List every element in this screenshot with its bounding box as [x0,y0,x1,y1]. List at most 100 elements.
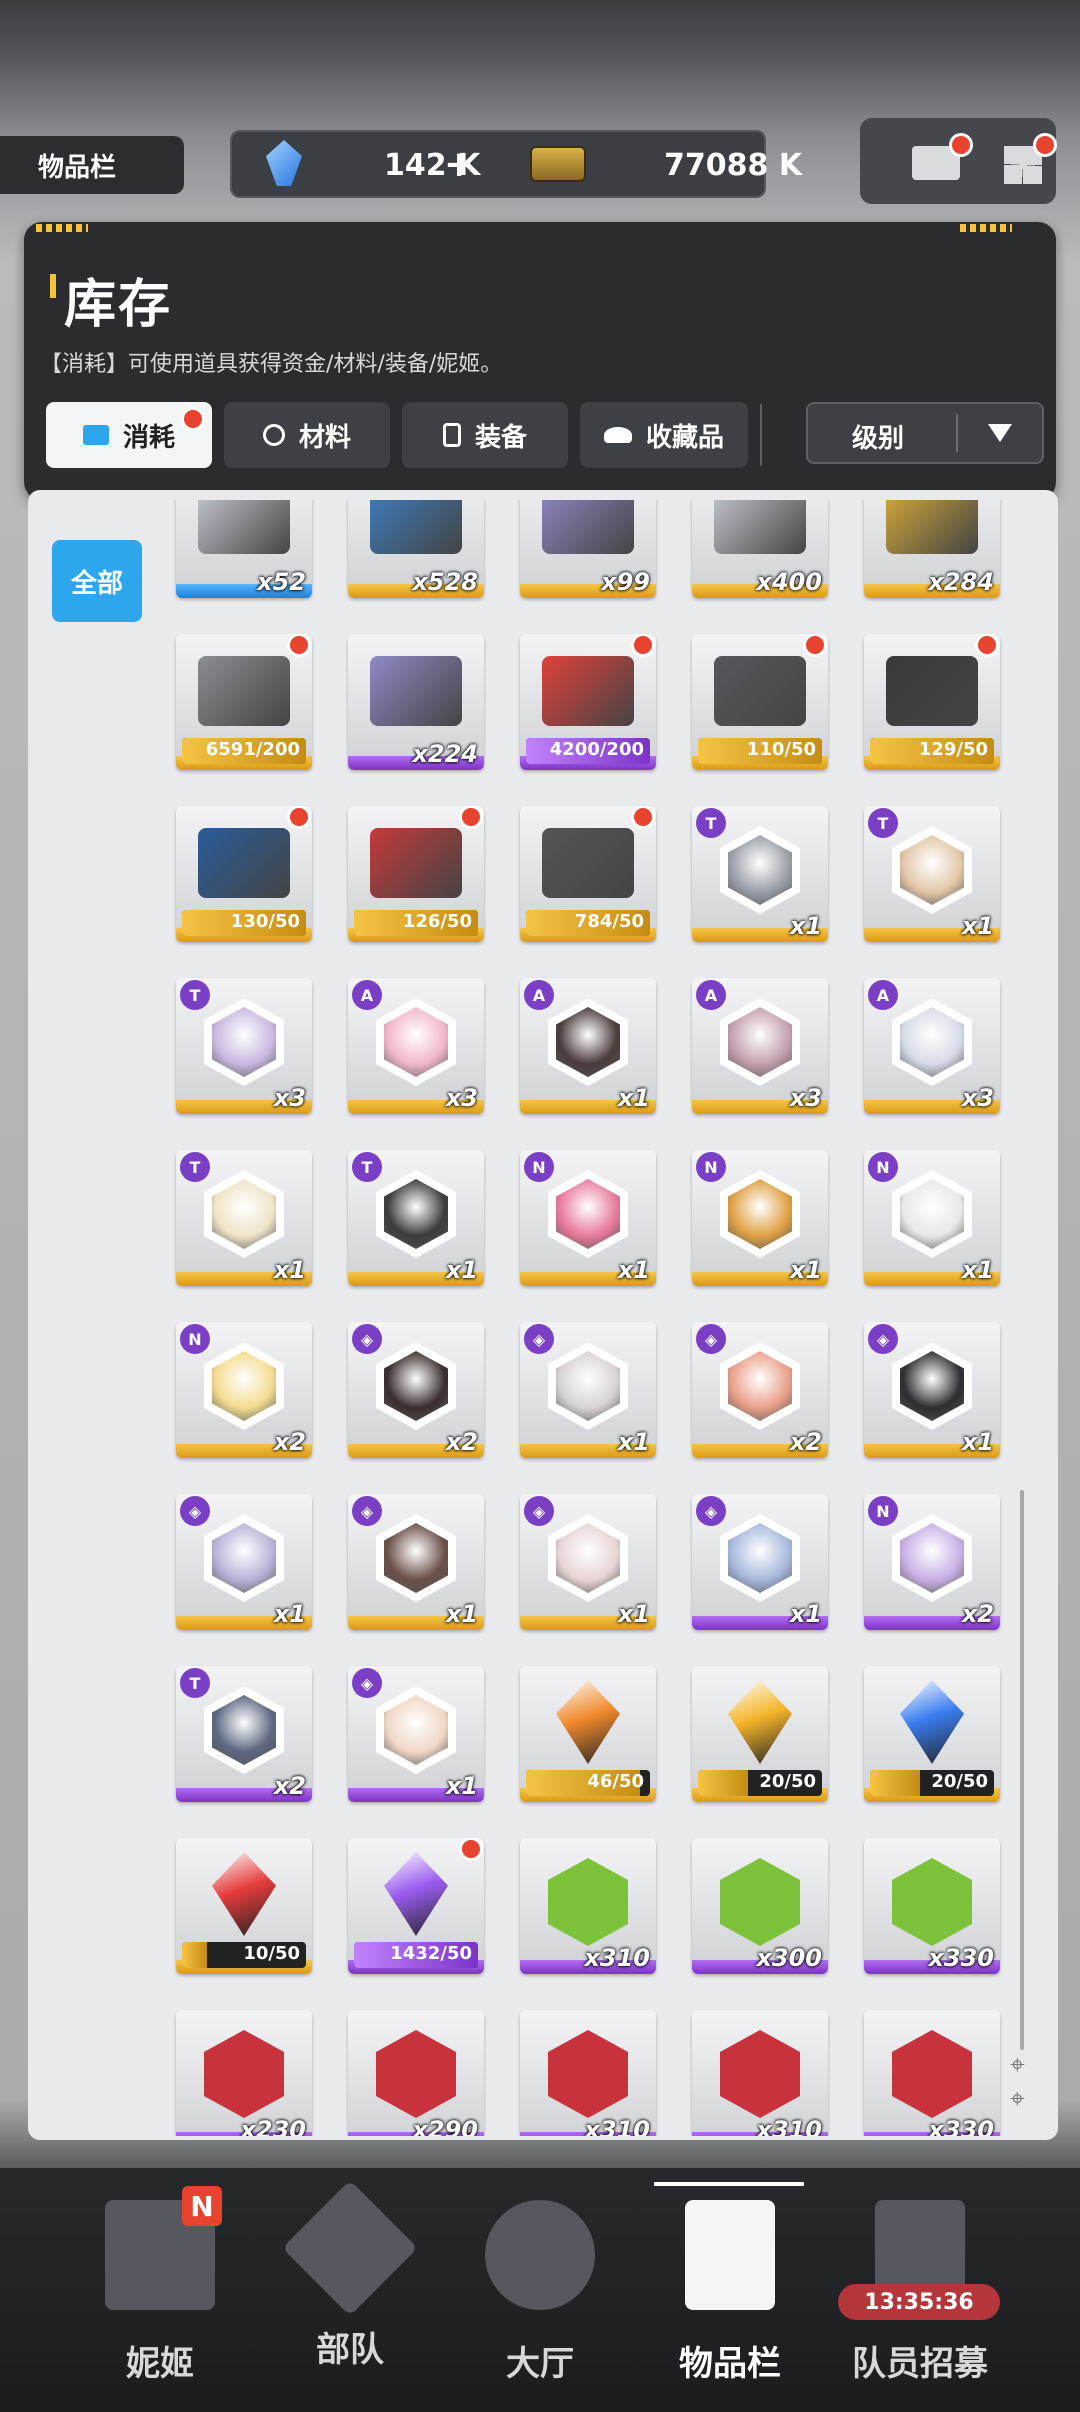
inventory-item[interactable]: Tx1 [348,1150,484,1286]
tab-label: 材料 [298,422,351,453]
nav-inventory[interactable]: 物品栏 [630,2180,830,2390]
item-quantity: x3 [273,1084,306,1112]
panel-deco-right [960,224,1012,232]
inventory-item[interactable]: ◈ x1 [864,1322,1000,1458]
inventory-item[interactable]: ◈ x1 [348,1494,484,1630]
item-quantity: x1 [273,1256,306,1284]
title-accent [50,274,56,298]
mail-icon[interactable] [912,146,960,180]
inventory-item[interactable]: ◈ x1 [348,1666,484,1802]
nav-lobby[interactable]: 大厅 [440,2180,640,2390]
item-quantity: x52 [257,568,306,596]
tab-materials[interactable]: 材料 [224,402,390,468]
inventory-item[interactable]: Tx3 [176,978,312,1114]
nav-new-badge: N [182,2186,222,2226]
item-progress-bar: 6591/200 [182,738,306,764]
inventory-item[interactable]: x284 [864,500,1000,598]
item-row: Tx1 Tx1 Nx1 Nx1 Nx1 [176,1150,1016,1286]
item-quantity: x400 [756,568,822,596]
ssr-crystal-icon [212,1852,276,1936]
menu-notification-dot [1036,136,1054,154]
gem-plus-button[interactable]: + [444,144,474,185]
inventory-item[interactable]: ◈ x1 [176,1494,312,1630]
sort-dropdown[interactable]: 级别 [806,402,1044,464]
item-box-icon [886,656,978,726]
inventory-item[interactable]: x300 [692,1838,828,1974]
inventory-item[interactable]: x330 [864,1838,1000,1974]
inventory-item[interactable]: x400 [692,500,828,598]
scroll-down-icon[interactable]: ⌖ [1010,2084,1025,2115]
inventory-item[interactable]: Nx1 [864,1150,1000,1286]
material-hex-icon [892,1858,972,1946]
inventory-item[interactable]: 129/50 [864,634,1000,770]
tab-label: 消耗 [122,422,175,453]
inventory-item[interactable]: ◈ x1 [520,1494,656,1630]
inventory-item[interactable]: Tx1 [864,806,1000,942]
collection-icon [603,427,632,443]
mail-notification-dot [952,136,970,154]
item-progress-bar: 784/50 [526,910,650,936]
scroll-up-icon[interactable]: ⌖ [1010,2050,1025,2081]
inventory-item[interactable]: x224 [348,634,484,770]
item-row: 10/50 1432/50 x310 x300 x330 [176,1838,1016,1974]
inventory-item[interactable]: Ax3 [348,978,484,1114]
inventory-item[interactable]: x52 [176,500,312,598]
manufacturer-badge-icon: N [180,1324,210,1354]
inventory-item[interactable]: ◈ x2 [692,1322,828,1458]
item-box-icon [886,500,978,554]
inventory-item[interactable]: 126/50 [348,806,484,942]
inventory-item[interactable]: x310 [520,2010,656,2136]
progress-fill [182,1942,207,1968]
inventory-item[interactable]: x310 [520,1838,656,1974]
notification-dot [806,636,824,654]
inventory-item[interactable]: x99 [520,500,656,598]
inventory-item[interactable]: x330 [864,2010,1000,2136]
inventory-item[interactable]: x290 [348,2010,484,2136]
inventory-item[interactable]: ◈ x1 [520,1322,656,1458]
progress-text: 46/50 [587,1771,644,1792]
inventory-item[interactable]: 20/50 [692,1666,828,1802]
menu-grid-icon[interactable] [1004,146,1042,184]
chevron-down-icon [988,424,1012,442]
inventory-item[interactable]: 4200/200 [520,634,656,770]
inventory-item[interactable]: Nx1 [520,1150,656,1286]
inventory-item[interactable]: Tx2 [176,1666,312,1802]
nav-squad[interactable]: 部队 [250,2180,450,2390]
nav-nikke[interactable]: 妮姬 [60,2180,260,2390]
item-quantity: x2 [273,1428,306,1456]
inventory-item[interactable]: 110/50 [692,634,828,770]
inventory-item[interactable]: x310 [692,2010,828,2136]
inventory-item[interactable]: Ax3 [864,978,1000,1114]
scrollbar[interactable] [1020,1490,1024,2050]
inventory-item[interactable]: 20/50 [864,1666,1000,1802]
inventory-item[interactable]: 130/50 [176,806,312,942]
material-hex-icon [376,2030,456,2118]
inventory-item[interactable]: Ax3 [692,978,828,1114]
inventory-item[interactable]: 10/50 [176,1838,312,1974]
notification-dot [462,1840,480,1858]
inventory-item[interactable]: Tx1 [176,1150,312,1286]
item-box-icon [714,500,806,554]
item-box-icon [198,828,290,898]
item-progress-bar: 110/50 [698,738,822,764]
inventory-item[interactable]: 46/50 [520,1666,656,1802]
inventory-item[interactable]: 6591/200 [176,634,312,770]
tab-equipment[interactable]: 装备 [402,402,568,468]
manufacturer-badge-icon: ◈ [696,1324,726,1354]
inventory-item[interactable]: x230 [176,2010,312,2136]
inventory-item[interactable]: Tx1 [692,806,828,942]
inventory-item[interactable]: ◈ x2 [348,1322,484,1458]
manufacturer-badge-icon: A [352,980,382,1010]
inventory-item[interactable]: Nx2 [864,1494,1000,1630]
inventory-item[interactable]: Ax1 [520,978,656,1114]
inventory-item[interactable]: Nx1 [692,1150,828,1286]
inventory-item[interactable]: ◈ x1 [692,1494,828,1630]
inventory-item[interactable]: x528 [348,500,484,598]
inventory-item[interactable]: Nx2 [176,1322,312,1458]
inventory-item[interactable]: 1432/50 [348,1838,484,1974]
manufacturer-badge-icon: T [180,1152,210,1182]
inventory-item[interactable]: 784/50 [520,806,656,942]
manufacturer-badge-icon: ◈ [352,1496,382,1526]
item-box-icon [198,656,290,726]
tab-collection[interactable]: 收藏品 [580,402,748,468]
